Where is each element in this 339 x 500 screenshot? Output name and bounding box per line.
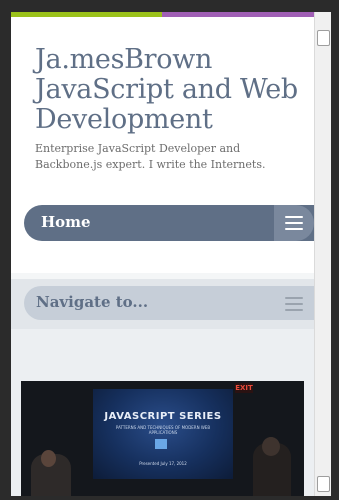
navigate-select[interactable]: Navigate to...	[24, 286, 314, 320]
post-photo[interactable]: JAVASCRIPT SERIES PATTERNS AND TECHNIQUE…	[21, 381, 304, 496]
exit-sign: EXIT	[235, 383, 253, 393]
primary-nav[interactable]: Home	[24, 205, 314, 241]
browser-viewport: Ja.mesBrown JavaScript and Web Developme…	[11, 12, 314, 496]
vertical-scrollbar[interactable]	[314, 12, 331, 496]
screen-date: Presented July 17, 2012	[139, 461, 187, 466]
nav-toggle-button[interactable]	[274, 205, 314, 241]
navigate-toggle-button[interactable]	[274, 286, 314, 320]
menu-icon	[285, 216, 303, 230]
screen-logo	[155, 439, 167, 449]
menu-icon	[285, 297, 303, 311]
screen-title: JAVASCRIPT SERIES	[104, 411, 222, 422]
secondary-nav-bar: Navigate to...	[11, 279, 314, 329]
nav-home-link[interactable]: Home	[41, 213, 91, 231]
site-description: Enterprise JavaScript Developer and Back…	[35, 142, 266, 171]
site-header: Ja.mesBrown JavaScript and Web Developme…	[11, 17, 314, 273]
projector-screen: JAVASCRIPT SERIES PATTERNS AND TECHNIQUE…	[93, 389, 233, 479]
site-title[interactable]: Ja.mesBrown JavaScript and Web Developme…	[35, 45, 305, 135]
scrollbar-down-button[interactable]	[317, 476, 330, 492]
scrollbar-thumb[interactable]	[317, 30, 330, 46]
audience-person-right	[253, 437, 291, 496]
audience-person-left	[31, 450, 71, 496]
screen-subtitle: PATTERNS AND TECHNIQUES OF MODERN WEB AP…	[115, 425, 211, 435]
navigate-select-label: Navigate to...	[36, 293, 149, 311]
